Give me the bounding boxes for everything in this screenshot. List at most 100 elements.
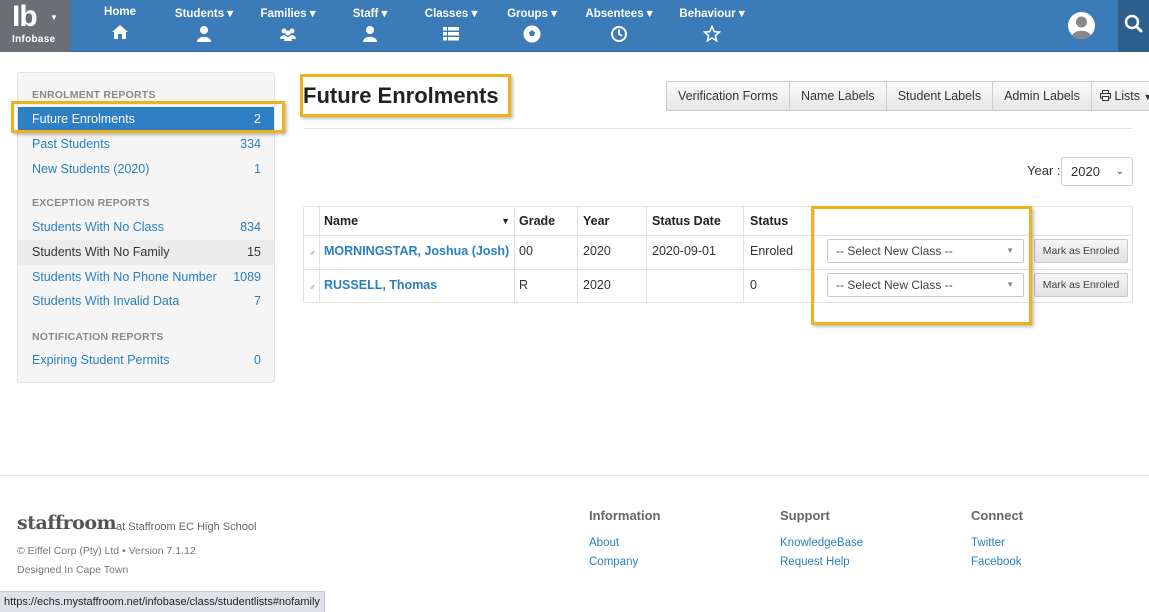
about-link[interactable]: About: [589, 537, 619, 549]
top-navbar: Ib ▼ Infobase Home Students ▾ Families ▾…: [0, 0, 1149, 52]
sidebar-item-label: Students With No Class: [32, 220, 164, 234]
chevron-down-icon: ⌄: [1115, 166, 1124, 177]
status-cell: Enroled: [750, 244, 794, 258]
facebook-link[interactable]: Facebook: [971, 556, 1022, 568]
lists-dropdown-button[interactable]: Lists ▼: [1090, 81, 1149, 111]
male-icon: ♂: [309, 282, 316, 292]
column-header-year[interactable]: Year: [583, 207, 609, 235]
designed-text: Designed In Cape Town: [17, 564, 129, 576]
request-help-link[interactable]: Request Help: [780, 556, 850, 568]
male-icon: ♂: [309, 248, 316, 258]
column-divider: [743, 207, 744, 302]
mark-as-enroled-button[interactable]: Mark as Enroled: [1034, 273, 1128, 297]
sidebar-item-new-students[interactable]: New Students (2020) 1: [18, 157, 274, 182]
sidebar-item-expiring-permits[interactable]: Expiring Student Permits 0: [18, 348, 274, 373]
browser-status-bar: https://echs.mystaffroom.net/infobase/cl…: [0, 591, 325, 612]
sidebar-item-count: 334: [240, 137, 261, 151]
name-labels-button[interactable]: Name Labels: [789, 81, 887, 111]
nav-label: Home: [104, 6, 136, 18]
sidebar-item-label: Expiring Student Permits: [32, 353, 170, 367]
caret-down-icon: ▼: [1143, 92, 1149, 102]
knowledgebase-link[interactable]: KnowledgeBase: [780, 537, 863, 549]
column-divider: [319, 207, 320, 302]
nav-home[interactable]: Home: [100, 0, 140, 52]
nav-label: Families ▾: [260, 8, 316, 20]
year-cell: 2020: [583, 278, 611, 292]
student-name-link[interactable]: RUSSELL, Thomas: [324, 278, 437, 292]
student-icon: [197, 26, 211, 42]
school-name: at Staffroom EC High School: [116, 521, 257, 533]
nav-absentees[interactable]: Absentees ▾: [581, 0, 657, 52]
sort-icon: ▼: [501, 216, 510, 226]
section-title: ENROLMENT REPORTS: [32, 89, 156, 101]
nav-students[interactable]: Students ▾: [170, 0, 238, 52]
nav-behaviour[interactable]: Behaviour ▾: [676, 0, 748, 52]
nav-staff[interactable]: Staff ▾: [349, 0, 391, 52]
sidebar-item-count: 15: [247, 245, 261, 259]
sidebar-item-past-students[interactable]: Past Students 334: [18, 132, 274, 157]
classes-icon: [443, 27, 459, 41]
sidebar-item-label: Past Students: [32, 137, 110, 151]
staffroom-logo: staffroom: [17, 512, 117, 534]
highlight-box-class-select: [811, 206, 1032, 325]
footer-heading-information: Information: [589, 508, 661, 523]
sidebar-item-no-family[interactable]: Students With No Family 15: [18, 240, 274, 265]
nav-groups[interactable]: Groups ▾: [503, 0, 561, 52]
section-title: EXCEPTION REPORTS: [32, 197, 150, 209]
copyright-text: © Eiffel Corp (Pty) Ltd • Version 7.1.12: [17, 545, 196, 557]
sidebar-item-invalid-data[interactable]: Students With Invalid Data 7: [18, 289, 274, 314]
brand-menu[interactable]: Ib ▼ Infobase: [0, 0, 70, 52]
sidebar-item-no-class[interactable]: Students With No Class 834: [18, 215, 274, 240]
admin-labels-button[interactable]: Admin Labels: [992, 81, 1092, 111]
sidebar-item-no-phone[interactable]: Students With No Phone Number 1089: [18, 265, 274, 290]
status-cell: 0: [750, 278, 757, 292]
nav-label: Classes ▾: [424, 8, 478, 20]
brand-caret-icon: ▼: [50, 13, 58, 22]
year-cell: 2020: [583, 244, 611, 258]
print-icon: [1099, 90, 1111, 101]
search-button[interactable]: [1118, 0, 1149, 52]
column-header-name[interactable]: Name ▼: [324, 207, 510, 235]
year-select[interactable]: 2020 ⌄: [1061, 157, 1133, 186]
status-date-cell: 2020-09-01: [652, 244, 716, 258]
company-link[interactable]: Company: [589, 556, 638, 568]
lists-label: Lists: [1114, 89, 1141, 103]
brand-name: Infobase: [12, 34, 56, 45]
user-avatar[interactable]: [1068, 12, 1095, 39]
highlight-box-title: [300, 74, 511, 117]
sidebar-item-count: 0: [254, 353, 261, 367]
nav-families[interactable]: Families ▾: [256, 0, 320, 52]
grade-cell: 00: [519, 244, 533, 258]
year-label: Year :: [1027, 163, 1061, 178]
nav-label: Behaviour ▾: [679, 8, 745, 20]
student-labels-button[interactable]: Student Labels: [885, 81, 994, 111]
footer-heading-support: Support: [780, 508, 830, 523]
footer-heading-connect: Connect: [971, 508, 1023, 523]
brand-logo: Ib: [12, 0, 38, 33]
column-header-status[interactable]: Status: [750, 207, 788, 235]
divider: [303, 128, 1133, 129]
mark-as-enroled-button[interactable]: Mark as Enroled: [1034, 239, 1128, 263]
nav-classes[interactable]: Classes ▾: [420, 0, 482, 52]
column-divider: [646, 207, 647, 302]
student-name-link[interactable]: MORNINGSTAR, Joshua (Josh): [324, 244, 509, 258]
sidebar-item-label: Students With No Phone Number: [32, 270, 217, 284]
nav-label: Students ▾: [174, 8, 234, 20]
column-header-grade[interactable]: Grade: [519, 207, 555, 235]
sidebar-item-label: Students With No Family: [32, 245, 170, 259]
nav-label: Staff ▾: [352, 8, 388, 20]
column-header-status-date[interactable]: Status Date: [652, 207, 721, 235]
highlight-box-sidebar: [11, 101, 285, 133]
verification-forms-button[interactable]: Verification Forms: [666, 81, 791, 111]
report-button-group: Verification Forms Name Labels Student L…: [666, 81, 1149, 111]
sidebar-item-label: Students With Invalid Data: [32, 294, 180, 308]
column-divider: [577, 207, 578, 302]
year-select-value: 2020: [1071, 164, 1100, 179]
groups-icon: [523, 25, 541, 43]
section-title: NOTIFICATION REPORTS: [32, 331, 164, 343]
twitter-link[interactable]: Twitter: [971, 537, 1005, 549]
clock-icon: [611, 26, 627, 42]
search-icon: [1124, 14, 1143, 33]
column-divider: [514, 207, 515, 302]
sidebar-item-label: New Students (2020): [32, 162, 150, 176]
